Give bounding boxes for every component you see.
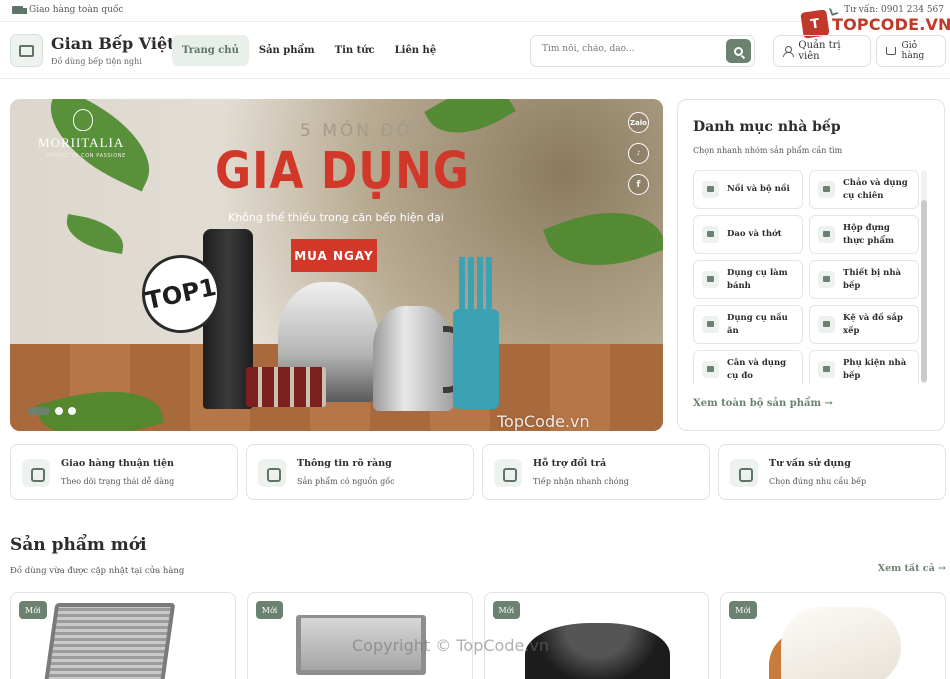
category-item[interactable]: Dao và thớt — [693, 215, 803, 254]
feature-strip: Giao hàng thuận tiện Theo dõi trạng thái… — [10, 444, 946, 500]
category-item[interactable]: Dụng cụ nấu ăn — [693, 305, 803, 344]
nav-contact[interactable]: Liên hệ — [385, 35, 447, 66]
hero-banner[interactable]: MORIITALIA PRODOTTO CON PASSIONE 5 MÓN Đ… — [10, 99, 663, 431]
hero-headline: GIA DỤNG — [215, 142, 471, 201]
knife-block-image — [453, 257, 499, 409]
facebook-icon[interactable]: f — [628, 174, 649, 195]
category-grid: Nồi và bộ nồi Chảo và dụng cụ chiên Dao … — [693, 170, 921, 384]
feature-title: Hỗ trợ đổi trả — [533, 458, 607, 469]
nav-news[interactable]: Tin tức — [325, 35, 385, 66]
slider-dots — [28, 407, 76, 415]
pot-icon — [702, 181, 719, 198]
user-icon — [783, 45, 795, 57]
main-nav: Trang chủ Sản phẩm Tin tức Liên hệ — [172, 35, 446, 66]
cart-label: Giỏ hàng — [901, 41, 925, 61]
brand-tagline: Đồ dùng bếp tiện nghi — [51, 57, 142, 66]
hero-brand-sub: PRODOTTO CON PASSIONE — [46, 153, 126, 159]
feature-card: Tư vấn sử dụng Chọn đúng nhu cầu bếp — [718, 444, 946, 500]
utensils-icon — [818, 316, 835, 333]
new-products-subtitle: Đồ dùng vừa được cập nhật tại cửa hàng — [10, 566, 185, 576]
copyright-watermark: Copyright © TopCode.vn — [352, 636, 550, 655]
cart-button[interactable]: Giỏ hàng — [876, 35, 946, 67]
truck-icon — [12, 6, 27, 14]
moriitalia-logo-icon — [73, 109, 93, 131]
hand-mixer-image — [781, 607, 902, 679]
cart-icon — [886, 47, 896, 55]
category-item[interactable]: Hộp đựng thực phẩm — [809, 215, 919, 254]
slide-dot-2[interactable] — [55, 407, 63, 415]
category-item[interactable]: Dụng cụ làm bánh — [693, 260, 803, 299]
blender-icon — [818, 271, 835, 288]
feature-subtitle: Chọn đúng nhu cầu bếp — [769, 477, 867, 486]
nav-home[interactable]: Trang chủ — [172, 35, 249, 66]
tiktok-icon[interactable]: ♪ — [628, 143, 649, 164]
topcode-watermark: TopCode.vn — [497, 412, 590, 431]
brand-logo[interactable]: Gian Bếp Việt Đồ dùng bếp tiện nghi — [10, 34, 175, 67]
view-all-products-link[interactable]: Xem toàn bộ sản phẩm → — [693, 398, 833, 409]
feature-card: Hỗ trợ đổi trả Tiếp nhận nhanh chóng — [482, 444, 710, 500]
new-badge: Mới — [255, 601, 284, 619]
category-item[interactable]: Chảo và dụng cụ chiên — [809, 170, 919, 209]
feature-title: Tư vấn sử dụng — [769, 458, 851, 469]
new-badge: Mới — [492, 601, 521, 619]
new-products-title: Sản phẩm mới — [10, 535, 147, 555]
search-button[interactable] — [726, 39, 751, 63]
category-item[interactable]: Nồi và bộ nồi — [693, 170, 803, 209]
knife-icon — [702, 226, 719, 243]
see-all-link[interactable]: Xem tất cả → — [878, 563, 946, 574]
cookie-icon — [702, 271, 719, 288]
new-badge: Mới — [19, 601, 47, 619]
hero-brand: MORIITALIA — [38, 135, 125, 150]
new-badge: Mới — [729, 601, 757, 619]
site-header: Gian Bếp Việt Đồ dùng bếp tiện nghi Tran… — [0, 22, 950, 79]
feature-title: Giao hàng thuận tiện — [61, 458, 174, 469]
product-card[interactable]: Mới — [720, 592, 946, 679]
accessory-icon — [818, 361, 835, 378]
flash-icon — [702, 316, 719, 333]
nav-products[interactable]: Sản phẩm — [249, 35, 325, 66]
shipping-notice: Giao hàng toàn quốc — [12, 5, 123, 15]
feature-card: Giao hàng thuận tiện Theo dõi trạng thái… — [10, 444, 238, 500]
feature-title: Thông tin rõ ràng — [297, 458, 392, 469]
category-subtitle: Chọn nhanh nhóm sản phẩm cần tìm — [693, 146, 843, 155]
feature-subtitle: Tiếp nhận nhanh chóng — [533, 477, 629, 486]
baking-tray-image — [42, 603, 176, 679]
headset-icon — [730, 459, 758, 487]
kitchen-logo-icon — [10, 34, 43, 67]
feature-card: Thông tin rõ ràng Sản phẩm có nguồn gốc — [246, 444, 474, 500]
category-item[interactable]: Thiết bị nhà bếp — [809, 260, 919, 299]
category-item[interactable]: Kệ và đồ sắp xếp — [809, 305, 919, 344]
category-panel: Danh mục nhà bếp Chọn nhanh nhóm sản phẩ… — [677, 99, 945, 431]
hero-kicker: 5 MÓN ĐỒ — [300, 121, 413, 141]
admin-button[interactable]: Quản trị viên — [773, 35, 871, 67]
return-icon — [494, 459, 522, 487]
container-icon — [818, 226, 835, 243]
zalo-icon[interactable]: Zalo — [628, 112, 649, 133]
hero-tagline: Không thể thiếu trong căn bếp hiện đại — [228, 211, 444, 224]
shipping-text: Giao hàng toàn quốc — [29, 5, 124, 15]
category-item[interactable]: Cân và dụng cụ đo — [693, 350, 803, 384]
truck-icon — [22, 459, 50, 487]
search-input[interactable] — [542, 44, 712, 54]
hero-cta-button[interactable]: MUA NGAY — [291, 239, 377, 272]
kettle-image — [373, 306, 467, 411]
brand-name: Gian Bếp Việt — [51, 34, 175, 53]
admin-label: Quản trị viên — [798, 40, 841, 62]
product-card[interactable]: Mới — [10, 592, 236, 679]
category-item[interactable]: Phụ kiện nhà bếp — [809, 350, 919, 384]
category-scrollbar-thumb[interactable] — [921, 200, 927, 382]
spice-rack-image — [246, 367, 326, 407]
feature-subtitle: Theo dõi trạng thái dễ dàng — [61, 477, 175, 486]
feature-subtitle: Sản phẩm có nguồn gốc — [297, 477, 395, 486]
search-box — [530, 35, 755, 67]
shield-icon — [258, 459, 286, 487]
pan-icon — [818, 181, 835, 198]
scale-icon — [702, 361, 719, 378]
category-title: Danh mục nhà bếp — [693, 119, 841, 135]
search-icon — [734, 46, 743, 56]
slide-dot-1[interactable] — [28, 407, 50, 415]
slide-dot-3[interactable] — [68, 407, 76, 415]
